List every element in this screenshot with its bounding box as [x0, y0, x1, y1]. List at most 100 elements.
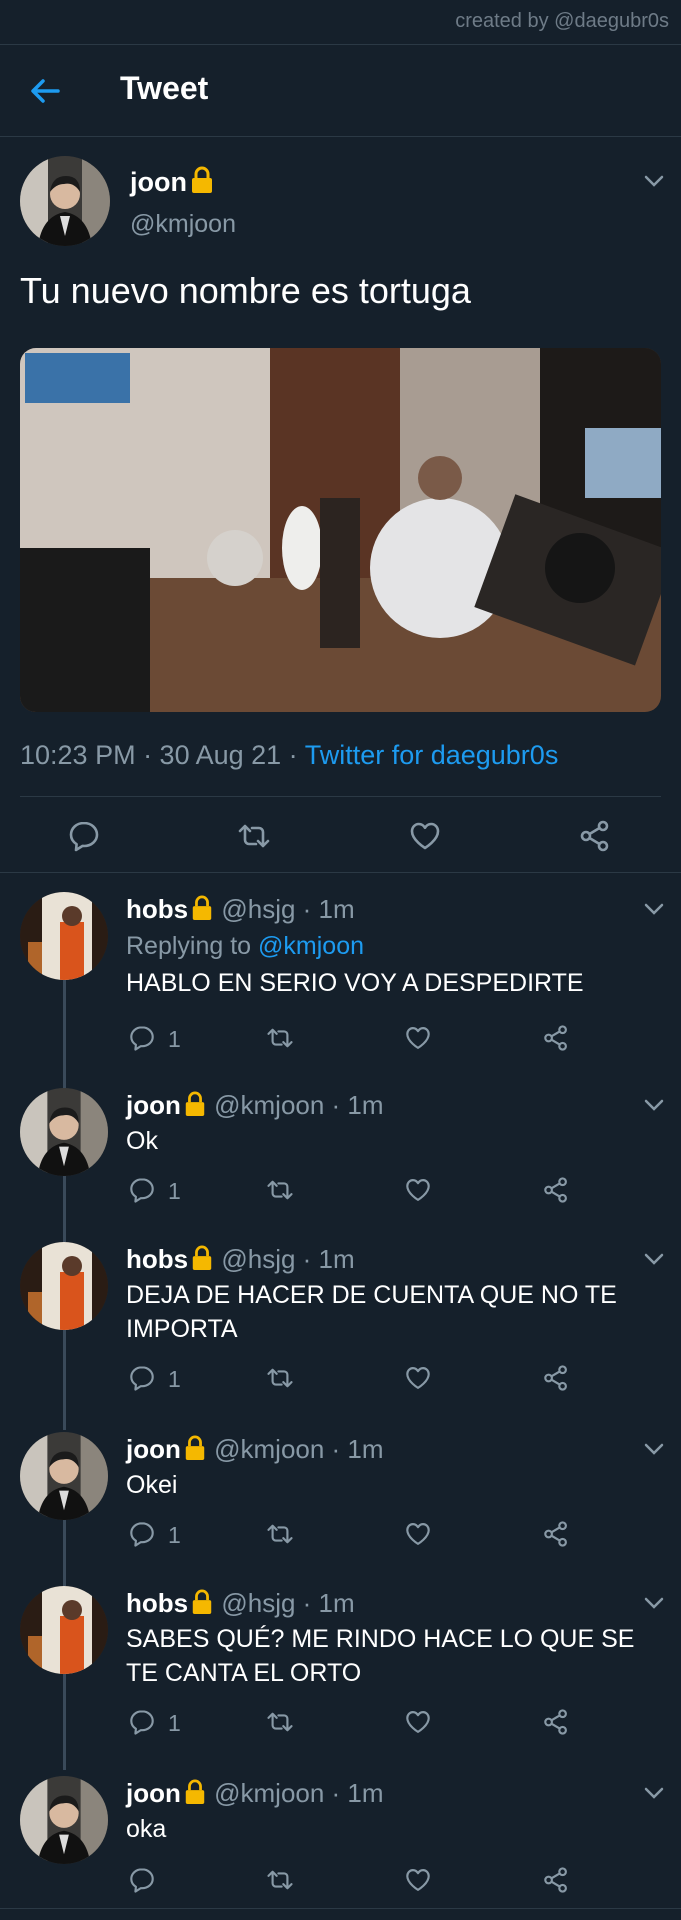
lock-icon: [190, 895, 214, 928]
chevron-down-icon[interactable]: [644, 1442, 664, 1456]
reply-tweet[interactable]: joon @kmjoon · 1m Okei 1: [0, 1428, 681, 1568]
reply-icon[interactable]: [128, 1176, 156, 1204]
like-icon[interactable]: [408, 819, 442, 853]
avatar[interactable]: [20, 1586, 108, 1674]
lock-icon: [189, 166, 215, 201]
author-handle[interactable]: @kmjoon: [130, 210, 236, 239]
reply-tweet[interactable]: hobs @hsjg · 1m SABES QUÉ? ME RINDO HACE…: [0, 1582, 681, 1762]
like-icon[interactable]: [404, 1708, 432, 1736]
replying-to: Replying to @kmjoon: [126, 932, 365, 960]
reply-tweet[interactable]: joon @kmjoon · 1m Ok 1: [0, 1084, 681, 1224]
reply-handle: @hsjg · 1m: [221, 1244, 355, 1274]
chevron-down-icon[interactable]: [644, 1098, 664, 1112]
share-icon[interactable]: [542, 1364, 570, 1392]
author-name[interactable]: joon: [130, 166, 215, 201]
lock-icon: [183, 1779, 207, 1812]
divider: [0, 136, 681, 137]
reply-author[interactable]: hobs @hsjg · 1m: [126, 1244, 355, 1278]
like-icon[interactable]: [404, 1364, 432, 1392]
reply-actions: 1: [0, 1520, 681, 1554]
reply-handle: @hsjg · 1m: [221, 1588, 355, 1618]
retweet-icon[interactable]: [266, 1176, 294, 1204]
lock-icon: [190, 1245, 214, 1278]
reply-text: Okei: [126, 1471, 178, 1499]
reply-text: HABLO EN SERIO VOY A DESPEDIRTE: [126, 969, 584, 997]
share-icon[interactable]: [542, 1866, 570, 1894]
reply-actions: 1: [0, 1708, 681, 1742]
retweet-icon[interactable]: [266, 1024, 294, 1052]
retweet-icon[interactable]: [266, 1520, 294, 1548]
like-icon[interactable]: [404, 1176, 432, 1204]
divider: [20, 796, 661, 797]
reply-author[interactable]: joon @kmjoon · 1m: [126, 1778, 384, 1812]
reply-text: SABES QUÉ? ME RINDO HACE LO QUE SE TE CA…: [126, 1625, 635, 1687]
tweet-photo[interactable]: [20, 348, 661, 712]
reply-text: Ok: [126, 1127, 158, 1155]
reply-handle: @kmjoon · 1m: [214, 1090, 384, 1120]
lock-icon: [183, 1435, 207, 1468]
reply-count: 1: [168, 1366, 181, 1392]
reply-tweet[interactable]: joon @kmjoon · 1m oka: [0, 1772, 681, 1912]
reply-icon[interactable]: [128, 1024, 156, 1052]
reply-text: oka: [126, 1815, 167, 1843]
retweet-icon[interactable]: [237, 819, 271, 853]
share-icon[interactable]: [542, 1176, 570, 1204]
reply-author[interactable]: joon @kmjoon · 1m: [126, 1090, 384, 1124]
avatar[interactable]: [20, 156, 110, 246]
reply-actions: 1: [0, 1024, 681, 1058]
share-icon[interactable]: [542, 1708, 570, 1736]
reply-icon[interactable]: [67, 819, 101, 853]
tweet-text: Tu nuevo nombre es tortuga: [20, 270, 471, 311]
chevron-down-icon[interactable]: [644, 174, 664, 188]
avatar[interactable]: [20, 892, 108, 980]
reply-icon[interactable]: [128, 1520, 156, 1548]
tweet-actions: [0, 812, 681, 872]
avatar[interactable]: [20, 1432, 108, 1520]
chevron-down-icon[interactable]: [644, 902, 664, 916]
reply-count: 1: [168, 1026, 181, 1052]
reply-actions: 1: [0, 1364, 681, 1398]
like-icon[interactable]: [404, 1520, 432, 1548]
share-icon[interactable]: [578, 819, 612, 853]
reply-tweet[interactable]: hobs @hsjg · 1m DEJA DE HACER DE CUENTA …: [0, 1238, 681, 1418]
lock-icon: [190, 1589, 214, 1622]
page-title: Tweet: [120, 70, 209, 106]
watermark-text: created by @daegubr0s: [455, 10, 669, 32]
retweet-icon[interactable]: [266, 1708, 294, 1736]
reply-tweet[interactable]: hobs @hsjg · 1m Replying to @kmjoon HABL…: [0, 888, 681, 1078]
avatar[interactable]: [20, 1242, 108, 1330]
chevron-down-icon[interactable]: [644, 1596, 664, 1610]
reply-count: 1: [168, 1522, 181, 1548]
avatar[interactable]: [20, 1776, 108, 1864]
reply-author[interactable]: hobs @hsjg · 1m: [126, 894, 355, 928]
reply-icon[interactable]: [128, 1866, 156, 1894]
replying-to-link[interactable]: @kmjoon: [258, 932, 364, 960]
chevron-down-icon[interactable]: [644, 1252, 664, 1266]
tweet-timestamp: 10:23 PM · 30 Aug 21 · Twitter for daegu…: [20, 740, 559, 770]
avatar[interactable]: [20, 1088, 108, 1176]
reply-handle: @hsjg · 1m: [221, 894, 355, 924]
divider: [0, 1908, 681, 1909]
reply-author[interactable]: joon @kmjoon · 1m: [126, 1434, 384, 1468]
back-arrow-icon[interactable]: [28, 74, 62, 108]
share-icon[interactable]: [542, 1520, 570, 1548]
reply-actions: 1: [0, 1176, 681, 1210]
share-icon[interactable]: [542, 1024, 570, 1052]
reply-count: 1: [168, 1178, 181, 1204]
top-bar: Tweet: [0, 44, 681, 136]
like-icon[interactable]: [404, 1024, 432, 1052]
reply-icon[interactable]: [128, 1364, 156, 1392]
reply-icon[interactable]: [128, 1708, 156, 1736]
lock-icon: [183, 1091, 207, 1124]
reply-actions: [0, 1866, 681, 1900]
reply-text: DEJA DE HACER DE CUENTA QUE NO TE IMPORT…: [126, 1281, 617, 1343]
reply-author[interactable]: hobs @hsjg · 1m: [126, 1588, 355, 1622]
reply-handle: @kmjoon · 1m: [214, 1778, 384, 1808]
retweet-icon[interactable]: [266, 1866, 294, 1894]
reply-count: 1: [168, 1710, 181, 1736]
divider: [0, 872, 681, 873]
chevron-down-icon[interactable]: [644, 1786, 664, 1800]
like-icon[interactable]: [404, 1866, 432, 1894]
tweet-source-link[interactable]: Twitter for daegubr0s: [305, 740, 559, 770]
retweet-icon[interactable]: [266, 1364, 294, 1392]
